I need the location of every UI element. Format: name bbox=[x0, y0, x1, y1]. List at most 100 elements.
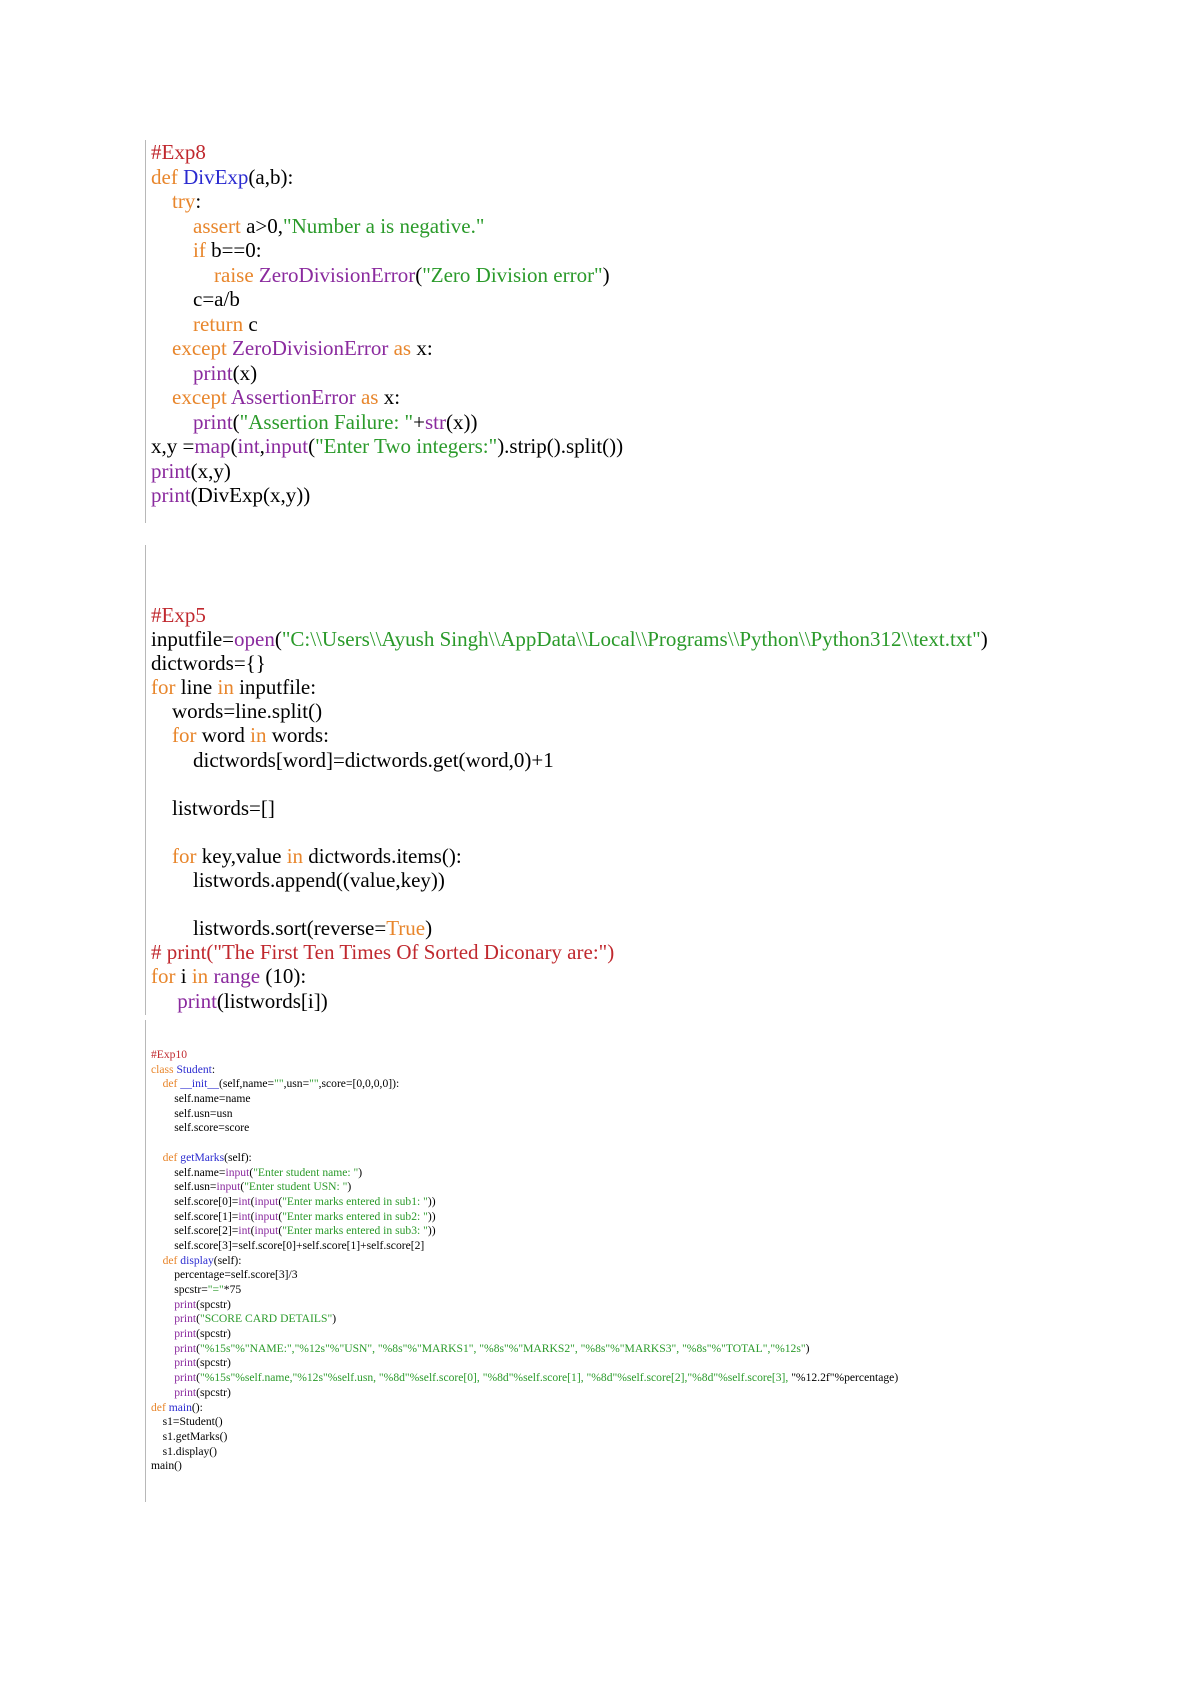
code-token: in bbox=[286, 843, 309, 868]
code-token: c=a/b bbox=[151, 287, 240, 311]
code-token: ZeroDivisionError bbox=[258, 262, 416, 287]
code-token: "Number a is negative." bbox=[283, 213, 485, 238]
code-token: "Enter student name: " bbox=[253, 1165, 359, 1179]
code-token: words: bbox=[271, 723, 329, 748]
code-token: s1.display() bbox=[151, 1444, 218, 1458]
code-line: def DivExp(a,b): bbox=[151, 165, 623, 190]
code-token: (x,y) bbox=[190, 458, 231, 483]
code-token: "%15s"%"NAME:","%12s"%"USN", "%8s"%"MARK… bbox=[199, 1341, 806, 1355]
code-token: dictwords[word]=dictwords.get(word,0)+1 bbox=[151, 747, 554, 772]
code-token: int bbox=[238, 1209, 251, 1223]
code-line: #Exp8 bbox=[151, 140, 623, 165]
code-line: print(DivExp(x,y)) bbox=[151, 483, 623, 508]
code-token: "Assertion Failure: " bbox=[239, 409, 414, 434]
code-token: (spcstr) bbox=[196, 1356, 231, 1370]
code-line: return c bbox=[151, 312, 623, 337]
code-token: in bbox=[191, 964, 214, 989]
margin-rule bbox=[145, 545, 146, 1015]
code-token: ) bbox=[602, 262, 610, 287]
code-line: dictwords[word]=dictwords.get(word,0)+1 bbox=[151, 748, 988, 772]
code-token: "Enter marks entered in sub3: " bbox=[282, 1224, 428, 1238]
code-line: self.score[3]=self.score[0]+self.score[1… bbox=[151, 1239, 898, 1254]
code-token: def bbox=[162, 1150, 181, 1164]
code-token: def bbox=[151, 164, 184, 189]
code-line: for i in range (10): bbox=[151, 964, 988, 988]
code-token: input bbox=[254, 1209, 279, 1223]
code-token: )) bbox=[427, 1224, 436, 1238]
code-token: self.score[3]=self.score[0]+self.score[1… bbox=[151, 1238, 425, 1252]
code-token: (10): bbox=[260, 964, 307, 989]
code-line: percentage=self.score[3]/3 bbox=[151, 1268, 898, 1283]
code-token: in bbox=[250, 723, 272, 748]
code-token: print bbox=[174, 1327, 197, 1341]
code-line: print("%15s"%self.name,"%12s"%self.usn, … bbox=[151, 1371, 898, 1386]
code-token: (): bbox=[191, 1400, 203, 1414]
code-token: (spcstr) bbox=[196, 1385, 231, 1399]
code-token: input bbox=[225, 1165, 250, 1179]
code-token: "Enter marks entered in sub1: " bbox=[282, 1194, 428, 1208]
code-token: ,usn= bbox=[283, 1077, 310, 1091]
code-token: assert bbox=[193, 213, 247, 238]
code-token: print bbox=[177, 988, 217, 1013]
code-token: : bbox=[195, 189, 202, 213]
code-token: print bbox=[151, 458, 191, 483]
code-token: dictwords={} bbox=[151, 651, 266, 676]
code-token: ) bbox=[332, 1312, 337, 1326]
code-line: def __init__(self,name="",usn="",score=[… bbox=[151, 1077, 898, 1092]
code-token: as bbox=[355, 385, 384, 409]
code-token: print bbox=[193, 409, 233, 434]
code-line: raise ZeroDivisionError("Zero Division e… bbox=[151, 263, 623, 288]
code-token: (listwords[i]) bbox=[216, 988, 328, 1013]
code-token: ) bbox=[425, 916, 433, 941]
code-token: ( bbox=[232, 409, 240, 434]
code-token: return bbox=[193, 311, 249, 336]
code-token: (DivExp(x,y)) bbox=[190, 483, 311, 507]
code-line: s1=Student() bbox=[151, 1415, 898, 1430]
code-line: def main(): bbox=[151, 1401, 898, 1416]
code-token: line bbox=[180, 675, 218, 700]
code-token: listwords.sort(reverse= bbox=[151, 916, 387, 941]
code-token: listwords.append((value,key)) bbox=[151, 868, 445, 893]
code-token: "SCORE CARD DETAILS" bbox=[199, 1312, 333, 1326]
code-line: except ZeroDivisionError as x: bbox=[151, 336, 623, 361]
code-token: ) bbox=[347, 1180, 352, 1194]
code-token: inputfile: bbox=[239, 675, 317, 700]
code-token: getMarks bbox=[180, 1150, 225, 1164]
code-token: as bbox=[388, 336, 417, 360]
code-token: *75 bbox=[223, 1283, 242, 1296]
code-token: Student bbox=[176, 1062, 212, 1076]
code-token: self.score[2]= bbox=[151, 1224, 239, 1238]
code-line: #Exp10 bbox=[151, 1048, 898, 1063]
code-token: ) bbox=[980, 627, 988, 652]
code-token: for bbox=[151, 675, 181, 700]
code-token: )) bbox=[427, 1194, 436, 1208]
code-token: : bbox=[211, 1062, 216, 1076]
code-token: s1=Student() bbox=[151, 1415, 223, 1429]
code-line: print("Assertion Failure: "+str(x)) bbox=[151, 410, 623, 435]
code-line: self.score[2]=int(input("Enter marks ent… bbox=[151, 1224, 898, 1239]
code-line: listwords.sort(reverse=True) bbox=[151, 916, 988, 940]
document-page: #Exp8 def DivExp(a,b): try: assert a>0,"N… bbox=[0, 0, 1200, 1696]
code-line: spcstr="="*75 bbox=[151, 1283, 898, 1298]
code-token: word bbox=[201, 723, 251, 748]
code-line: # print("The First Ten Times Of Sorted D… bbox=[151, 940, 988, 964]
code-token: main() bbox=[151, 1459, 182, 1473]
code-token: print bbox=[174, 1371, 197, 1385]
code-token: (x) bbox=[232, 360, 258, 385]
code-token: for bbox=[151, 964, 181, 989]
code-token: b==0: bbox=[211, 238, 262, 262]
margin-rule bbox=[145, 140, 146, 523]
code-token: print bbox=[174, 1356, 197, 1370]
code-token: a>0, bbox=[246, 213, 283, 238]
code-line: self.name=name bbox=[151, 1092, 898, 1107]
